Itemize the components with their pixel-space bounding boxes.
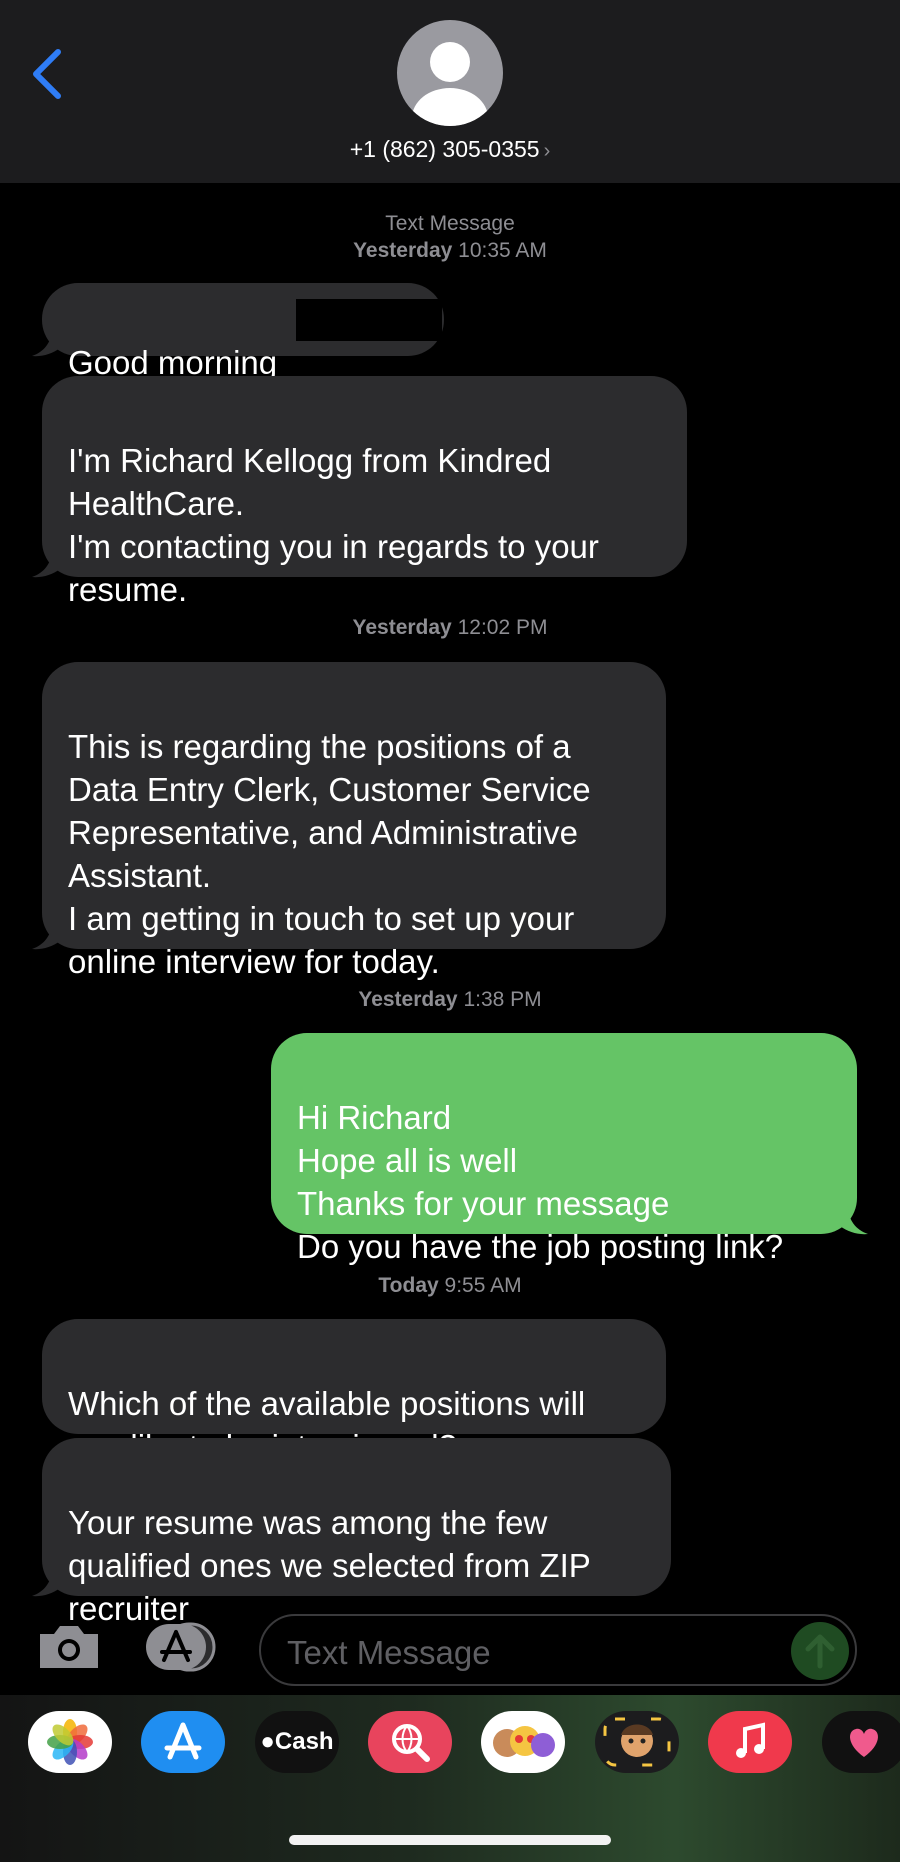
service-label: Text Message <box>385 212 515 235</box>
message-composer: Text Message <box>0 1600 900 1695</box>
contact-name-button[interactable]: +1 (862) 305-0355 › <box>0 136 900 163</box>
memoji-stickers-app-icon[interactable] <box>481 1711 565 1773</box>
memoji-app-icon[interactable] <box>595 1711 679 1773</box>
apple-logo-icon: ● <box>260 1728 275 1755</box>
timestamp: Yesterday 10:35 AM <box>353 239 547 262</box>
message-tail <box>32 549 60 578</box>
outgoing-message[interactable]: Hi Richard Hope all is well Thanks for y… <box>271 1033 857 1265</box>
apps-button[interactable] <box>144 1622 224 1672</box>
incoming-message[interactable]: Your resume was among the few qualified … <box>42 1438 671 1627</box>
incoming-message[interactable]: I'm Richard Kellogg from Kindred HealthC… <box>42 376 687 608</box>
digital-touch-app-icon[interactable] <box>822 1711 900 1773</box>
emoji-faces-icon <box>493 1726 555 1757</box>
memoji-face-icon <box>603 1717 671 1767</box>
message-tail <box>32 328 60 357</box>
photos-app-icon[interactable] <box>28 1711 112 1773</box>
music-app-icon[interactable] <box>708 1711 792 1773</box>
message-text: I'm Richard Kellogg from Kindred HealthC… <box>68 442 599 608</box>
camera-icon <box>40 1626 98 1668</box>
photos-flower-icon <box>47 1719 93 1765</box>
timestamp: Yesterday 1:38 PM <box>358 988 542 1011</box>
message-tail <box>32 1568 60 1597</box>
home-indicator[interactable] <box>289 1835 611 1845</box>
contact-name: +1 (862) 305-0355 <box>349 136 540 162</box>
chevron-left-icon <box>33 49 61 99</box>
app-store-a-icon <box>164 1722 202 1760</box>
timestamp-group: Text Message Yesterday 10:35 AM <box>0 210 900 264</box>
timestamp: Today 9:55 AM <box>378 1274 522 1297</box>
cash-label: Cash <box>274 1728 334 1755</box>
app-store-icon <box>146 1622 216 1672</box>
music-note-icon <box>736 1722 765 1758</box>
person-silhouette-icon <box>412 42 488 126</box>
heart-icon <box>850 1728 878 1757</box>
magnifying-globe-icon <box>392 1724 430 1762</box>
incoming-message[interactable]: Which of the available positions will yo… <box>42 1319 666 1465</box>
arrow-up-icon <box>805 1634 835 1669</box>
app-store-app-icon[interactable] <box>141 1711 225 1773</box>
message-input[interactable]: Text Message <box>259 1614 857 1686</box>
message-tail <box>32 921 60 950</box>
message-text: Hi Richard Hope all is well Thanks for y… <box>297 1099 784 1265</box>
back-button[interactable] <box>28 44 68 104</box>
conversation-header: +1 (862) 305-0355 › <box>0 0 900 183</box>
camera-button[interactable] <box>36 1622 102 1672</box>
message-text: This is regarding the positions of a Dat… <box>68 728 591 980</box>
message-input-placeholder: Text Message <box>287 1634 491 1671</box>
redaction-block <box>296 299 442 341</box>
message-tail <box>840 1206 868 1235</box>
incoming-message[interactable]: This is regarding the positions of a Dat… <box>42 662 666 980</box>
timestamp: Yesterday 12:02 PM <box>352 616 548 639</box>
web-search-app-icon[interactable] <box>368 1711 452 1773</box>
apple-cash-app-icon[interactable]: ● Cash <box>255 1711 339 1773</box>
send-button[interactable] <box>791 1622 849 1680</box>
contact-avatar[interactable] <box>397 20 503 126</box>
chevron-right-icon: › <box>543 140 551 162</box>
